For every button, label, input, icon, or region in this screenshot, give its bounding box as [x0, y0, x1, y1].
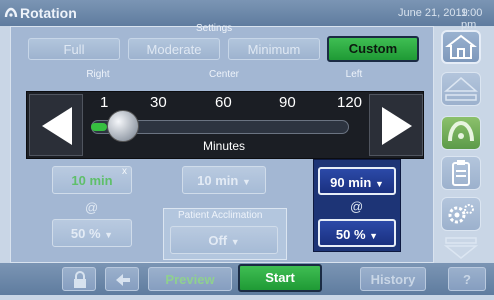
slider-right-button[interactable] — [369, 94, 423, 156]
chevron-down-icon: ▼ — [230, 237, 240, 247]
rotation-icon — [448, 120, 474, 142]
slider-knob[interactable] — [107, 110, 139, 142]
right-duration-button[interactable]: 10 min — [52, 166, 132, 194]
left-duration-dropdown[interactable]: 90 min ▼ — [318, 167, 396, 195]
scroll-up-button[interactable] — [441, 72, 481, 106]
lock-icon — [74, 271, 86, 288]
patient-acclimation-value: Off — [208, 233, 228, 248]
clipboard-button[interactable] — [441, 156, 481, 190]
help-button[interactable]: ? — [448, 267, 486, 291]
date-display: June 21, 2019 — [398, 7, 468, 19]
slider-unit-label: Minutes — [203, 139, 246, 153]
back-button[interactable] — [105, 267, 139, 291]
tick-label: 60 — [215, 94, 232, 111]
setting-moderate-button[interactable]: Moderate — [128, 38, 220, 60]
column-left-label: Left — [345, 69, 363, 80]
center-duration-dropdown[interactable]: 10 min ▼ — [182, 166, 266, 194]
column-right-label: Right — [86, 69, 110, 80]
right-angle-value: 50 % — [70, 226, 101, 241]
right-duration-value: 10 min — [71, 173, 113, 188]
clipboard-icon — [452, 160, 470, 186]
settings-button[interactable] — [441, 197, 481, 231]
gears-icon — [448, 204, 474, 224]
left-duration-value: 90 min — [330, 175, 372, 190]
scroll-down-button[interactable] — [441, 236, 481, 260]
preview-button[interactable]: Preview — [148, 267, 232, 291]
back-arrow-icon — [116, 274, 130, 286]
right-at-label: @ — [85, 200, 99, 215]
right-clear-icon[interactable]: x — [122, 166, 127, 177]
tick-label: 90 — [279, 94, 296, 111]
rotation-app-icon — [4, 6, 18, 25]
settings-label: Settings — [196, 23, 233, 34]
left-arrow-icon — [42, 107, 72, 145]
tick-label: 1 — [100, 94, 109, 111]
setting-minimum-button[interactable]: Minimum — [228, 38, 320, 60]
patient-acclimation-label: Patient Acclimation — [178, 210, 263, 221]
home-icon — [445, 34, 477, 59]
lock-button[interactable] — [62, 267, 96, 291]
home-button[interactable] — [441, 30, 481, 64]
start-button[interactable]: Start — [238, 264, 322, 292]
left-angle-dropdown[interactable]: 50 % ▼ — [318, 219, 396, 247]
duration-slider-panel: 1 30 60 90 120 Minutes — [26, 91, 424, 159]
patient-acclimation-dropdown[interactable]: Off ▼ — [170, 226, 278, 254]
center-duration-value: 10 min — [197, 173, 239, 188]
left-at-label: @ — [350, 199, 364, 214]
setting-full-button[interactable]: Full — [28, 38, 120, 60]
up-arrow-icon — [443, 77, 479, 101]
setting-custom-button[interactable]: Custom — [327, 36, 419, 62]
right-angle-dropdown[interactable]: 50 % ▼ — [52, 219, 132, 247]
app-title: Rotation — [20, 5, 77, 21]
chevron-down-icon: ▼ — [104, 230, 114, 240]
chevron-down-icon: ▼ — [369, 231, 379, 241]
tick-label: 30 — [150, 94, 167, 111]
column-center-label: Center — [208, 69, 239, 80]
slider-fill — [91, 123, 107, 131]
left-angle-value: 50 % — [335, 227, 366, 242]
time-display: 1:00 pm — [461, 7, 483, 31]
rotation-button[interactable] — [441, 116, 481, 150]
title-bar: Rotation June 21, 2019 1:00 pm — [0, 0, 494, 31]
chevron-down-icon: ▼ — [374, 179, 384, 189]
tick-label: 120 — [337, 94, 363, 111]
history-button[interactable]: History — [360, 267, 426, 291]
right-arrow-icon — [382, 107, 412, 145]
chevron-down-icon: ▼ — [241, 177, 251, 187]
slider-left-button[interactable] — [29, 94, 83, 156]
down-arrow-icon — [443, 237, 479, 259]
